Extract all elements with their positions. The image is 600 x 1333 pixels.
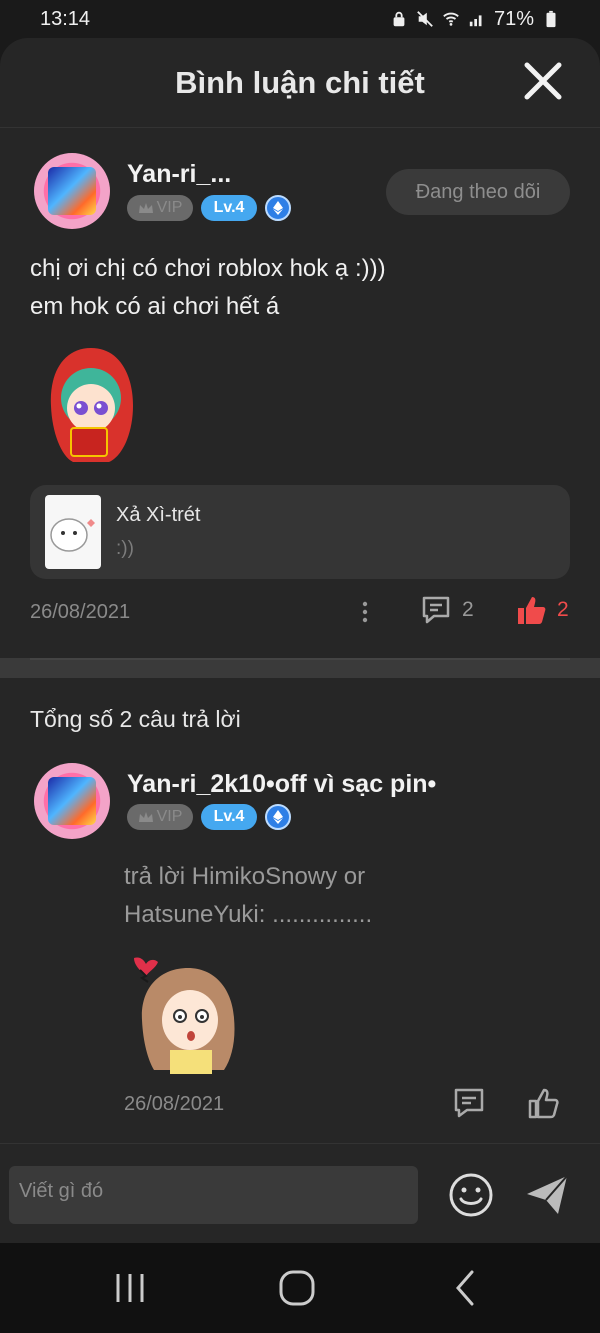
like-count: 2 [557,598,569,621]
diamond-badge-icon [265,804,291,830]
more-options-icon[interactable] [358,600,372,624]
reply-count: 2 [462,598,474,621]
comment-icon[interactable] [452,1086,486,1120]
vip-label: VIP [156,199,183,216]
like-action[interactable]: 2 [515,594,569,626]
crown-icon [138,812,153,822]
vip-badge: VIP [127,804,193,830]
comment-composer: Viết gì đó [0,1143,600,1243]
signal-icon [469,15,482,27]
emoji-icon[interactable] [448,1172,494,1218]
home-icon[interactable] [277,1268,317,1308]
thumbs-up-icon[interactable] [526,1086,560,1120]
comment-text-line: chị ơi chị có chơi roblox hok ạ :))) [30,255,386,282]
wifi-icon [443,12,459,26]
send-icon[interactable] [524,1172,570,1218]
status-icons: 71% [390,8,560,31]
mute-icon [417,11,433,27]
reply-text-line: trả lời HimikoSnowy or [124,863,366,890]
divider-line [30,658,570,660]
comment-input[interactable]: Viết gì đó [9,1166,418,1224]
diamond-badge-icon [265,195,291,221]
reply-text-line: HatsuneYuki: ............... [124,901,373,928]
vip-badge: VIP [127,195,193,221]
sheet-header: Bình luận chi tiết [0,38,600,128]
user-badges: VIP Lv.4 [127,804,291,830]
section-divider [0,658,600,678]
reply-username[interactable]: Yan-ri_2k10•off vì sạc pin• [127,770,436,799]
vip-label: VIP [156,808,183,825]
reply-text: trả lời HimikoSnowy or HatsuneYuki: ....… [124,858,372,934]
battery-icon [546,10,556,28]
level-badge: Lv.4 [201,195,257,221]
back-icon[interactable] [446,1268,486,1308]
quoted-post-subtitle: :)) [116,538,134,559]
user-badges: VIP Lv.4 [127,195,291,221]
lock-icon [393,11,405,27]
quoted-post-thumbnail [45,495,101,569]
comment-date: 26/08/2021 [30,601,131,623]
following-button[interactable]: Đang theo dõi [386,169,570,215]
brown-hair-girl-sticker [134,957,235,1074]
battery-percent: 71% [493,7,534,30]
reply-date: 26/08/2021 [124,1093,225,1115]
comment-detail-sheet: Bình luận chi tiết Yan-ri_... VIP Lv.4 Đ… [0,38,600,1243]
close-icon[interactable] [522,60,564,102]
comment-username[interactable]: Yan-ri_... [127,160,231,189]
comment-text-line: em hok có ai chơi hết á [30,293,280,320]
thumbs-up-filled-icon [518,597,546,624]
red-hood-girl-sticker [50,348,133,462]
avatar[interactable] [34,763,110,839]
page-title: Bình luận chi tiết [175,64,425,100]
status-bar: 13:14 71% [0,0,600,38]
system-navigation-bar [0,1243,600,1333]
replies-total-label: Tổng số 2 câu trả lời [30,706,241,732]
quoted-post-title: Xả Xì-trét [116,504,201,526]
recent-apps-icon[interactable] [110,1268,150,1308]
level-badge: Lv.4 [201,804,257,830]
comment-icon [422,596,450,624]
avatar[interactable] [34,153,110,229]
quoted-post-card[interactable]: Xả Xì-trét :)) [30,485,570,579]
crown-icon [138,203,153,213]
reply-action[interactable]: 2 [420,594,474,626]
comment-text: chị ơi chị có chơi roblox hok ạ :))) em … [30,250,386,326]
status-time: 13:14 [40,7,91,30]
